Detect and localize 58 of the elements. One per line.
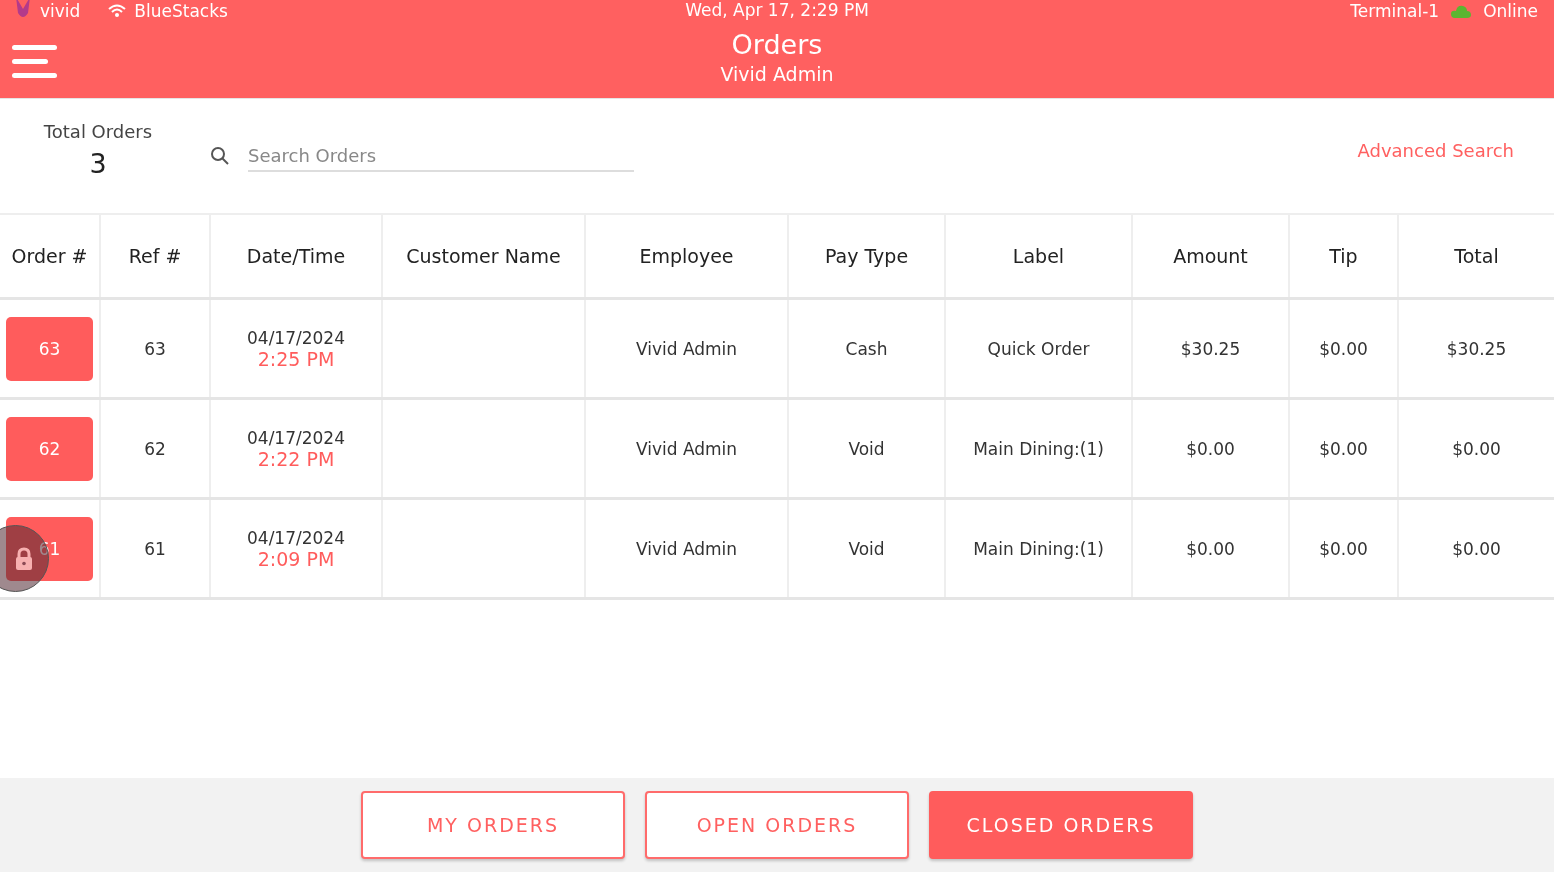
wifi-icon [108,4,127,18]
table-cell: Void [788,398,945,499]
order-filter-tab[interactable]: OPEN ORDERS [645,791,909,859]
table-cell: Vivid Admin [585,298,788,399]
brand-name: vivid [40,1,81,21]
total-orders-count: 3 [89,148,107,179]
cloud-icon [1451,4,1472,18]
terminal-name: Terminal-1 [1350,1,1440,21]
order-time: 2:22 PM [257,447,335,470]
table-cell: $0.00 [1289,398,1398,499]
table-cell: 61 [100,498,210,599]
lock-icon [13,546,34,571]
order-date: 04/17/2024 [247,427,345,448]
table-cell: Cash [788,298,945,399]
order-number-button[interactable]: 62 [6,416,93,481]
table-cell: Vivid Admin [585,498,788,599]
table-cell: $0.00 [1289,298,1398,399]
order-filter-tab[interactable]: CLOSED ORDERS [929,791,1193,859]
column-header: Total [1398,215,1554,299]
menu-icon[interactable] [12,45,58,79]
total-orders-label: Total Orders [43,121,153,142]
logo-icon [14,0,32,19]
connection-status: Online [1483,1,1538,21]
column-header: Customer Name [382,215,585,299]
table-cell: $30.25 [1398,298,1554,399]
column-header: Employee [585,215,788,299]
table-cell: $0.00 [1132,498,1289,599]
table-cell: $0.00 [1132,398,1289,499]
table-cell: $30.25 [1132,298,1289,399]
table-cell: Void [788,498,945,599]
order-number-button[interactable]: 63 [6,316,93,381]
order-date: 04/17/2024 [247,527,345,548]
column-header: Date/Time [210,215,382,299]
table-cell: Main Dining:(1) [945,498,1132,599]
table-cell: Vivid Admin [585,398,788,499]
table-cell: 63 [100,298,210,399]
column-header: Amount [1132,215,1289,299]
page-subtitle: Vivid Admin [720,62,834,86]
datetime: Wed, Apr 17, 2:29 PM [685,0,869,20]
table-cell: $0.00 [1398,498,1554,599]
table-cell: Quick Order [945,298,1132,399]
column-header: Tip [1289,215,1398,299]
advanced-search-link[interactable]: Advanced Search [1357,139,1514,161]
column-header: Ref # [100,215,210,299]
column-header: Pay Type [788,215,945,299]
table-cell: $0.00 [1398,398,1554,499]
page-title: Orders [731,28,823,62]
order-time: 2:09 PM [257,547,335,570]
table-cell: Main Dining:(1) [945,398,1132,499]
order-time: 2:25 PM [257,347,335,370]
order-date: 04/17/2024 [247,327,345,348]
network-name: BlueStacks [134,1,228,21]
column-header: Label [945,215,1132,299]
column-header: Order # [0,215,100,299]
order-filter-tab[interactable]: MY ORDERS [361,791,625,859]
search-icon [210,146,230,166]
table-cell: 62 [100,398,210,499]
table-cell: $0.00 [1289,498,1398,599]
